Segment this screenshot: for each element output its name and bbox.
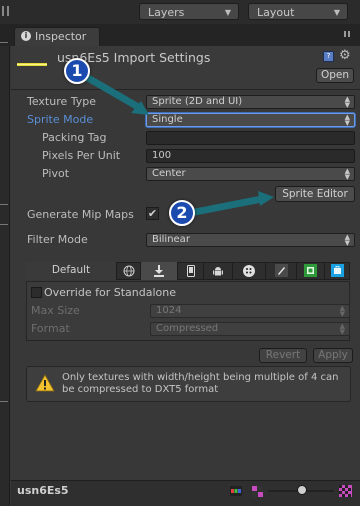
pixels-per-unit-input[interactable]: 100 <box>146 149 355 163</box>
tab-inspector-label: Inspector <box>35 30 87 43</box>
mip-small-icon <box>252 486 263 497</box>
sprite-mode-value: Single <box>152 114 183 125</box>
xbox-icon <box>304 264 317 277</box>
android-icon <box>213 267 223 276</box>
format-label: Format <box>31 322 70 335</box>
open-button[interactable]: Open <box>316 68 354 83</box>
revert-button[interactable]: Revert <box>259 348 307 363</box>
rgb-channel-icon[interactable] <box>230 486 242 496</box>
pivot-dropdown[interactable]: Center ▲ ▼ <box>146 167 355 181</box>
toolbar-gear-icon[interactable] <box>2 4 16 18</box>
download-icon <box>154 265 164 277</box>
apply-label: Apply <box>318 349 348 361</box>
texture-type-value: Sprite (2D and UI) <box>152 96 243 107</box>
layout-label: Layout <box>257 6 295 19</box>
callout-badge-1: 1 <box>64 58 90 84</box>
max-size-label: Max Size <box>31 304 80 317</box>
updown-arrow-icon: ▲ ▼ <box>339 304 345 318</box>
revert-label: Revert <box>265 349 301 361</box>
texture-thumbnail <box>17 58 49 72</box>
callout-badge-2: 2 <box>169 200 195 226</box>
platform-tab-standalone[interactable] <box>116 262 140 280</box>
platform-tab-android[interactable] <box>203 262 232 280</box>
max-size-dropdown[interactable]: 1024 ▲ ▼ <box>150 304 350 318</box>
pivot-label: Pivot <box>42 167 70 180</box>
mip-large-icon <box>339 485 352 497</box>
warning-icon <box>35 374 55 392</box>
left-gutter <box>0 46 10 506</box>
sprite-mode-label: Sprite Mode <box>27 113 94 126</box>
layers-label: Layers <box>148 6 185 19</box>
platform-tab-default[interactable]: Default <box>26 262 116 280</box>
mip-maps-label: Generate Mip Maps <box>27 208 134 221</box>
gutter-mark <box>0 42 8 43</box>
format-dropdown[interactable]: Compressed ▲ ▼ <box>150 322 350 336</box>
platform-tab-webplayer[interactable] <box>140 262 177 280</box>
sprite-mode-dropdown[interactable]: Single ▲ ▼ <box>146 113 355 127</box>
pivot-value: Center <box>152 168 186 179</box>
gutter-mark <box>0 224 8 225</box>
override-label: Override for Standalone <box>44 286 176 299</box>
updown-arrow-icon: ▲ ▼ <box>339 322 345 336</box>
mip-maps-checkbox[interactable]: ✔ <box>146 207 159 220</box>
override-checkbox[interactable] <box>31 287 42 298</box>
format-value: Compressed <box>156 323 219 334</box>
filter-mode-label: Filter Mode <box>27 233 88 246</box>
chevron-down-icon: ▼ <box>333 8 340 17</box>
packing-tag-label: Packing Tag <box>42 131 107 144</box>
max-size-value: 1024 <box>156 305 182 316</box>
updown-arrow-icon: ▲ ▼ <box>344 113 350 127</box>
globe-icon <box>123 265 134 277</box>
platform-tab-windows-store[interactable] <box>324 262 350 280</box>
pixels-per-unit-label: Pixels Per Unit <box>42 149 121 162</box>
layout-dropdown[interactable]: Layout ▼ <box>248 3 348 20</box>
filter-mode-dropdown[interactable]: Bilinear ▲ ▼ <box>146 233 355 247</box>
gear-icon[interactable]: ⚙ <box>339 48 351 63</box>
platform-tab-ios[interactable] <box>177 262 203 280</box>
chevron-down-icon: ▼ <box>224 8 231 17</box>
gutter-mark <box>0 204 8 205</box>
filter-mode-value: Bilinear <box>152 234 190 245</box>
platform-tab-xbox[interactable] <box>296 262 324 280</box>
phone-icon <box>186 265 195 277</box>
sprite-editor-button[interactable]: Sprite Editor <box>275 186 355 202</box>
layers-dropdown[interactable]: Layers ▼ <box>139 3 239 20</box>
platform-tab-flash[interactable] <box>265 262 296 280</box>
mip-slider-handle[interactable] <box>297 485 307 495</box>
blackberry-icon <box>243 265 255 277</box>
tab-menu-icon[interactable] <box>343 29 353 39</box>
warning-message: Only textures with width/height being mu… <box>62 372 339 395</box>
updown-arrow-icon: ▲ ▼ <box>344 233 350 247</box>
packing-tag-input[interactable] <box>146 131 355 145</box>
texture-type-label: Texture Type <box>27 95 97 108</box>
info-icon: i <box>21 31 31 41</box>
sprite-editor-label: Sprite Editor <box>282 188 348 200</box>
flash-icon <box>274 264 288 277</box>
asset-name: usn6Es5 <box>17 484 69 497</box>
open-button-label: Open <box>320 69 350 81</box>
windows-store-icon <box>331 264 344 277</box>
texture-type-dropdown[interactable]: Sprite (2D and UI) ▲ ▼ <box>146 95 355 109</box>
updown-arrow-icon: ▲ ▼ <box>344 95 350 109</box>
updown-arrow-icon: ▲ ▼ <box>344 167 350 181</box>
help-book-icon[interactable]: ? <box>323 51 334 62</box>
platform-tab-blackberry[interactable] <box>232 262 265 280</box>
platform-default-label: Default <box>51 264 91 276</box>
apply-button[interactable]: Apply <box>313 348 353 363</box>
gutter-mark <box>0 401 8 402</box>
